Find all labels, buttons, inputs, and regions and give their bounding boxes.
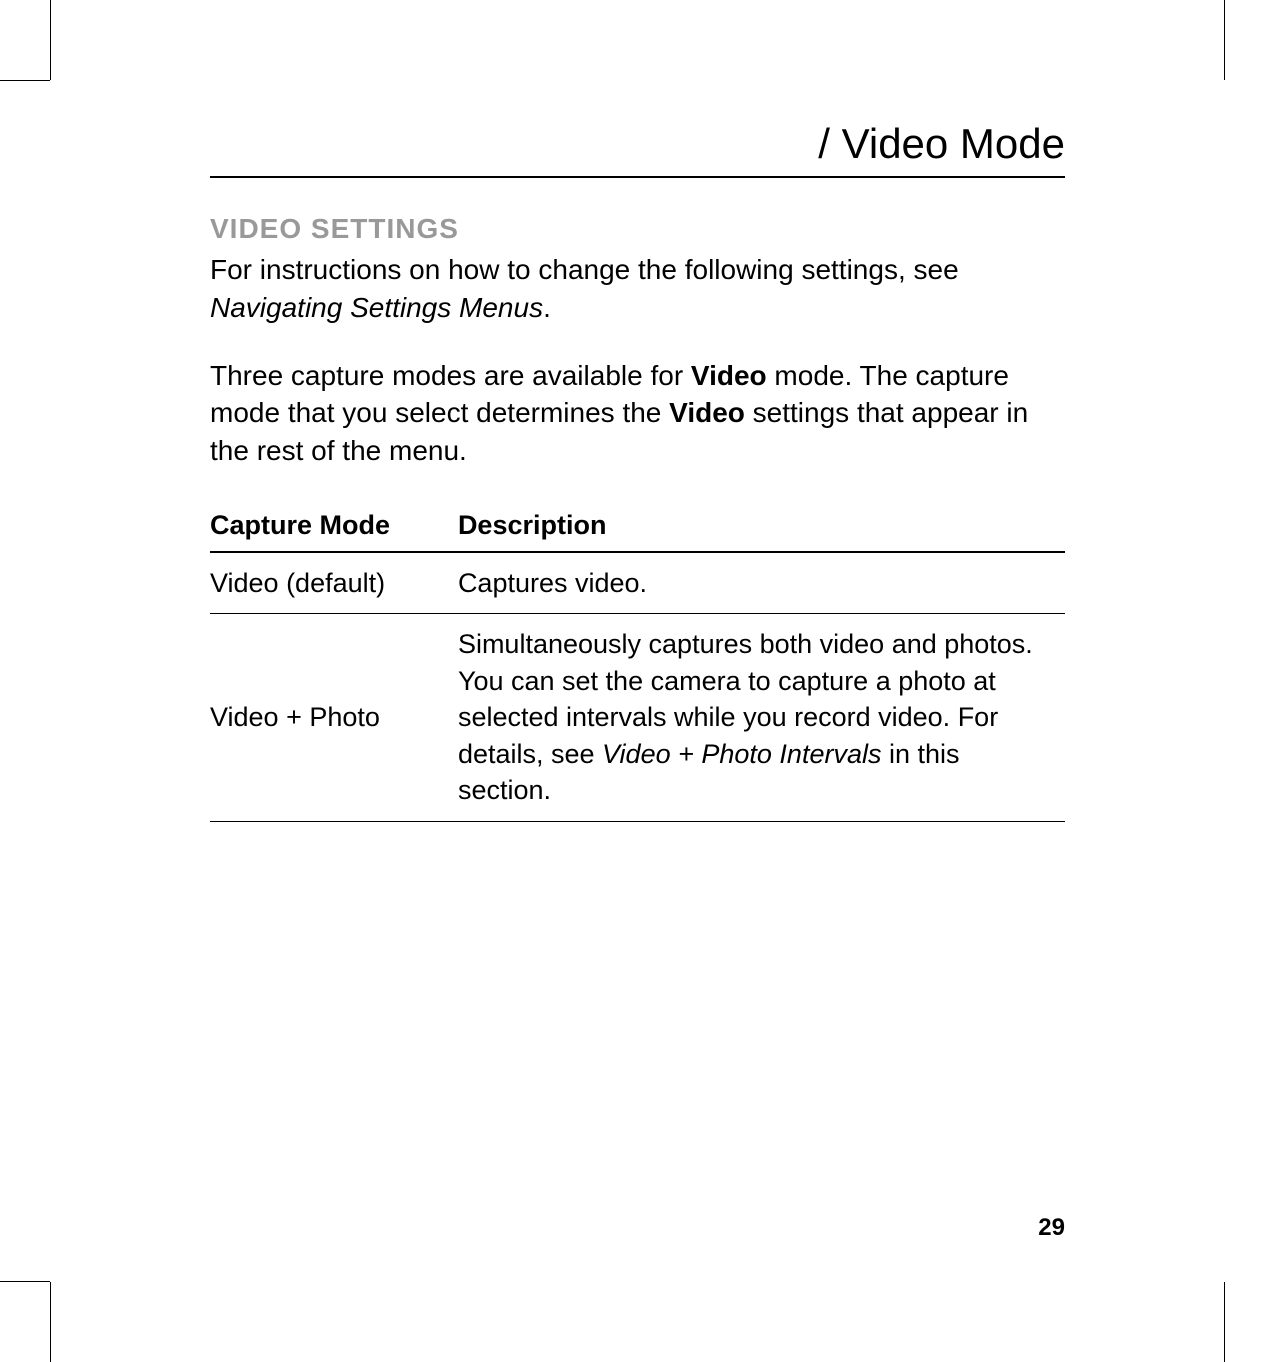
intro-text: For instructions on how to change the fo…: [210, 254, 959, 285]
td-desc: Simultaneously captures both video and p…: [458, 614, 1065, 821]
intro-paragraph: For instructions on how to change the fo…: [210, 251, 1065, 327]
table-row: Video (default) Captures video.: [210, 552, 1065, 614]
td-mode: Video (default): [210, 552, 458, 614]
chapter-title: / Video Mode: [210, 120, 1065, 178]
capture-mode-table: Capture Mode Description Video (default)…: [210, 500, 1065, 822]
para2-text: Three capture modes are available for: [210, 360, 691, 391]
para2-bold-video1: Video: [691, 360, 767, 391]
td-mode: Video + Photo: [210, 614, 458, 821]
para2-bold-video2: Video: [669, 397, 745, 428]
table-header-row: Capture Mode Description: [210, 500, 1065, 552]
capture-modes-paragraph: Three capture modes are available for Vi…: [210, 357, 1065, 470]
desc-italic-ref: Video + Photo Intervals: [602, 739, 881, 769]
page-content: / Video Mode VIDEO SETTINGS For instruct…: [0, 0, 1275, 1362]
section-heading: VIDEO SETTINGS: [210, 213, 1065, 245]
th-capture-mode: Capture Mode: [210, 500, 458, 552]
intro-italic-ref: Navigating Settings Menus: [210, 292, 543, 323]
table-row: Video + Photo Simultaneously captures bo…: [210, 614, 1065, 821]
page-number: 29: [1038, 1214, 1065, 1242]
td-desc: Captures video.: [458, 552, 1065, 614]
intro-period: .: [543, 292, 551, 323]
th-description: Description: [458, 500, 1065, 552]
